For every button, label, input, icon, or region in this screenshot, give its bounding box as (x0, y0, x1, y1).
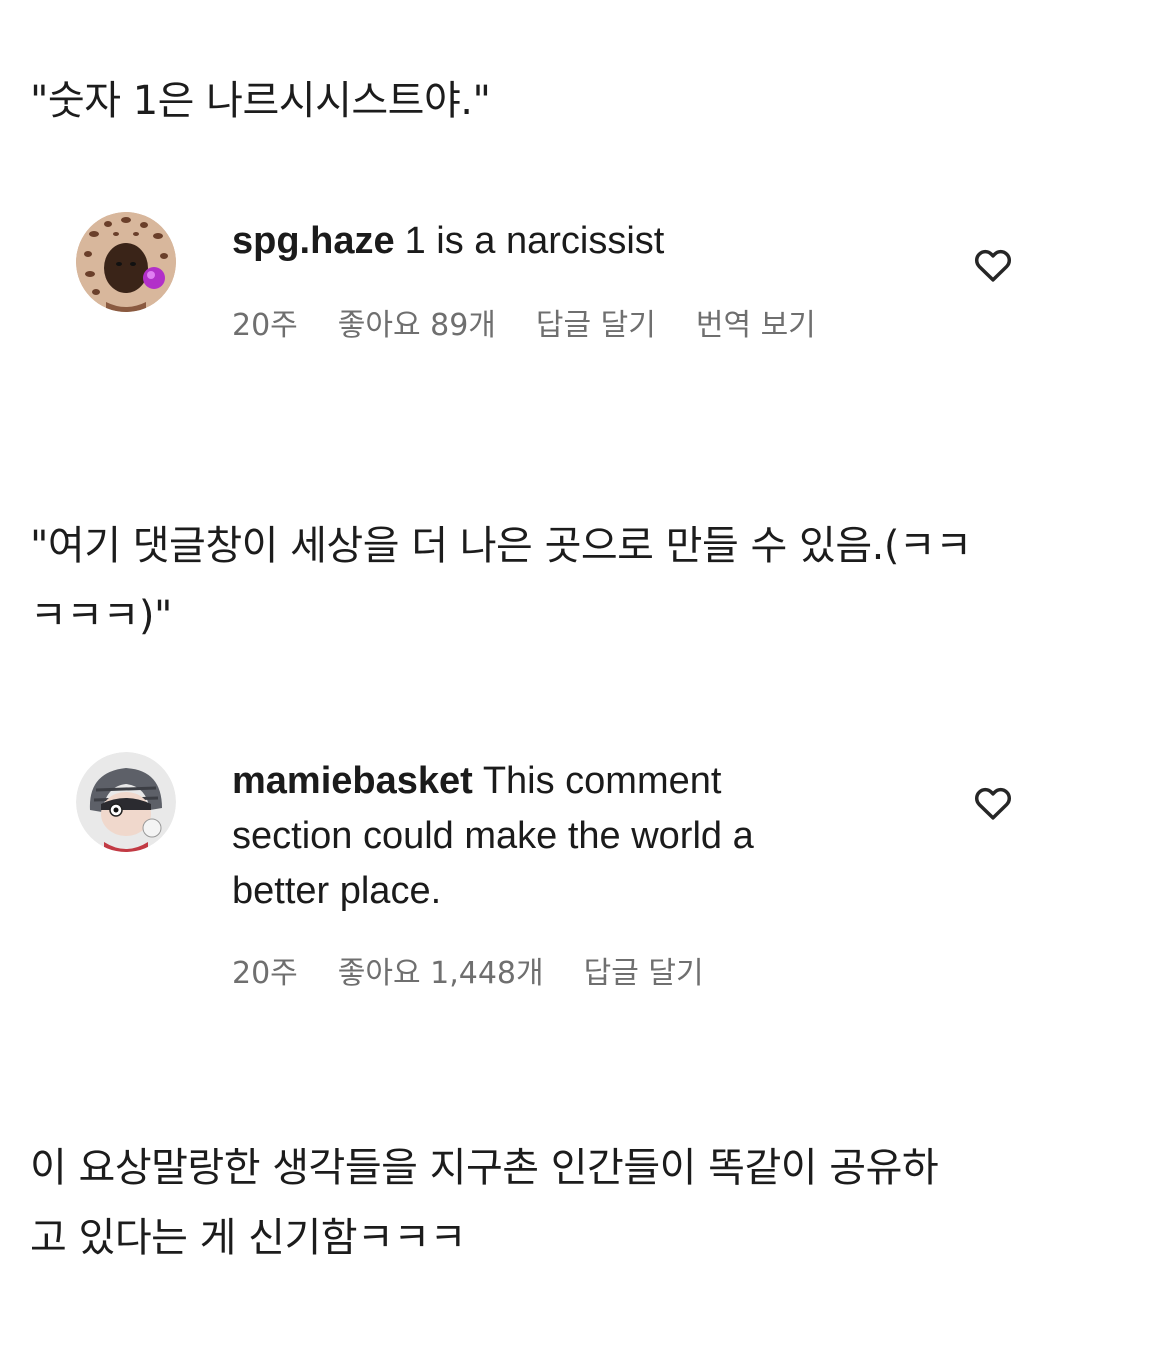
heart-outline-icon[interactable] (972, 782, 1014, 824)
comment-text-line2: section could make the world a (232, 815, 754, 857)
reply-button[interactable]: 답글 달기 (584, 948, 704, 992)
caption-second: "여기 댓글창이 세상을 더 나은 곳으로 만들 수 있음.(ㅋㅋ ㅋㅋㅋ)" (30, 511, 1145, 651)
username[interactable]: mamiebasket (232, 760, 473, 802)
caption-third-line1: 이 요상말랑한 생각들을 지구촌 인간들이 똑같이 공유하 (30, 1145, 939, 1191)
comment-time: 20주 (232, 308, 298, 343)
cartoon-character-avatar-icon (76, 752, 176, 852)
comment-body: spg.haze 1 is a narcissist (232, 214, 872, 269)
caption-first-text: "숫자 1은 나르시시스트야." (30, 78, 491, 124)
leopard-hood-avatar-icon (76, 212, 176, 312)
comment-text-line1: This comment (482, 760, 722, 802)
likes-count[interactable]: 좋아요 1,448개 (338, 948, 544, 992)
reply-button[interactable]: 답글 달기 (536, 300, 656, 344)
heart-outline-icon[interactable] (972, 244, 1014, 286)
avatar-mamiebasket[interactable] (76, 752, 176, 852)
caption-second-line2: ㅋㅋㅋ)" (30, 593, 172, 639)
comment-meta: 20주 좋아요 1,448개 답글 달기 (232, 948, 704, 992)
comment-meta: 20주 좋아요 89개 답글 달기 번역 보기 (232, 300, 816, 344)
avatar-spg-haze[interactable] (76, 212, 176, 312)
comment-time: 20주 (232, 956, 298, 991)
comment-body: mamiebasket This comment section could ma… (232, 754, 872, 919)
caption-first: "숫자 1은 나르시시스트야." (30, 66, 1145, 136)
comment-text: 1 is a narcissist (404, 220, 665, 262)
caption-third-line2: 고 있다는 게 신기함ㅋㅋㅋ (30, 1215, 466, 1261)
username[interactable]: spg.haze (232, 220, 395, 262)
likes-count[interactable]: 좋아요 89개 (338, 300, 496, 344)
translate-button[interactable]: 번역 보기 (696, 300, 816, 344)
caption-second-line1: "여기 댓글창이 세상을 더 나은 곳으로 만들 수 있음.(ㅋㅋ (30, 523, 972, 569)
caption-third: 이 요상말랑한 생각들을 지구촌 인간들이 똑같이 공유하 고 있다는 게 신기… (30, 1133, 1145, 1273)
comment-text-line3: better place. (232, 870, 442, 912)
